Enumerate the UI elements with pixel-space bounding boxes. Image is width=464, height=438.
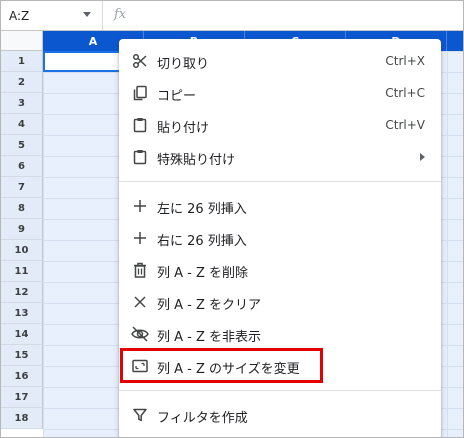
menu-item-clear-columns[interactable]: 列 A - Z をクリア (119, 286, 441, 318)
clipboard-icon (131, 116, 149, 134)
row-header-17[interactable]: 17 (1, 387, 43, 408)
row-header-14[interactable]: 14 (1, 324, 43, 345)
copy-icon (131, 84, 149, 102)
row-header-5[interactable]: 5 (1, 135, 43, 156)
close-icon (131, 293, 149, 311)
menu-item-hide-columns[interactable]: 列 A - Z を非表示 (119, 318, 441, 350)
menu-item-delete-columns[interactable]: 列 A - Z を削除 (119, 254, 441, 286)
menu-item-label: 貼り付け (157, 121, 210, 136)
row-header-16[interactable]: 16 (1, 366, 43, 387)
menu-item-insert-left[interactable]: 左に 26 列挿入 (119, 190, 441, 222)
chevron-down-icon[interactable] (83, 12, 91, 17)
plus-icon (131, 229, 149, 247)
submenu-arrow-icon (420, 153, 425, 161)
clipboard-icon (131, 148, 149, 166)
menu-item-label: 特殊貼り付け (157, 153, 236, 168)
trash-icon (131, 261, 149, 279)
menu-item-paste-special[interactable]: 特殊貼り付け (119, 141, 441, 173)
highlight-annotation-box (120, 348, 323, 383)
menu-item-label: 左に 26 列挿入 (157, 202, 247, 217)
row-header-18[interactable]: 18 (1, 408, 43, 429)
row-headers: 1 2 3 4 5 6 7 8 9 10 11 12 13 14 15 16 17 18 (1, 51, 43, 437)
menu-item-create-filter[interactable]: フィルタを作成 (119, 399, 441, 431)
row-header-10[interactable]: 10 (1, 240, 43, 261)
scissors-icon (131, 52, 149, 70)
menu-item-label: コピー (157, 89, 197, 104)
menu-item-shortcut: Ctrl+V (385, 118, 425, 132)
menu-item-shortcut: Ctrl+C (385, 86, 425, 100)
eye-off-icon (131, 325, 149, 343)
name-box[interactable]: A:Z (1, 1, 103, 30)
row-header-6[interactable]: 6 (1, 156, 43, 177)
row-header-9[interactable]: 9 (1, 219, 43, 240)
menu-item-label: 列 A - Z を非表示 (157, 330, 262, 345)
menu-item-shortcut: Ctrl+X (385, 54, 425, 68)
row-header-1[interactable]: 1 (1, 51, 43, 72)
active-cell[interactable] (43, 51, 121, 72)
menu-item-label: 列 A - Z をクリア (157, 298, 262, 313)
menu-item-label: 列 A - Z を削除 (157, 266, 249, 281)
spreadsheet-window: A:Z fx A B C D 1234567891011121314151617… (0, 0, 464, 438)
menu-item-paste[interactable]: 貼り付け Ctrl+V (119, 109, 441, 141)
menu-item-label: フィルタを作成 (157, 411, 248, 426)
select-all-corner[interactable] (1, 31, 43, 51)
menu-item-copy[interactable]: コピー Ctrl+C (119, 77, 441, 109)
row-header-8[interactable]: 8 (1, 198, 43, 219)
row-header-11[interactable]: 11 (1, 261, 43, 282)
row-header-4[interactable]: 4 (1, 114, 43, 135)
name-box-value: A:Z (9, 8, 30, 23)
menu-divider (119, 390, 441, 391)
formula-bar: A:Z fx (1, 1, 463, 31)
row-header-7[interactable]: 7 (1, 177, 43, 198)
row-header-12[interactable]: 12 (1, 282, 43, 303)
plus-icon (131, 197, 149, 215)
row-header-2[interactable]: 2 (1, 72, 43, 93)
row-header-3[interactable]: 3 (1, 93, 43, 114)
row-header-13[interactable]: 13 (1, 303, 43, 324)
row-header-15[interactable]: 15 (1, 345, 43, 366)
menu-item-label: 右に 26 列挿入 (157, 234, 247, 249)
menu-item-insert-right[interactable]: 右に 26 列挿入 (119, 222, 441, 254)
fx-icon: fx (114, 7, 127, 22)
menu-divider (119, 181, 441, 182)
menu-item-label: 切り取り (157, 57, 210, 72)
filter-icon (131, 406, 149, 424)
menu-item-cut[interactable]: 切り取り Ctrl+X (119, 45, 441, 77)
